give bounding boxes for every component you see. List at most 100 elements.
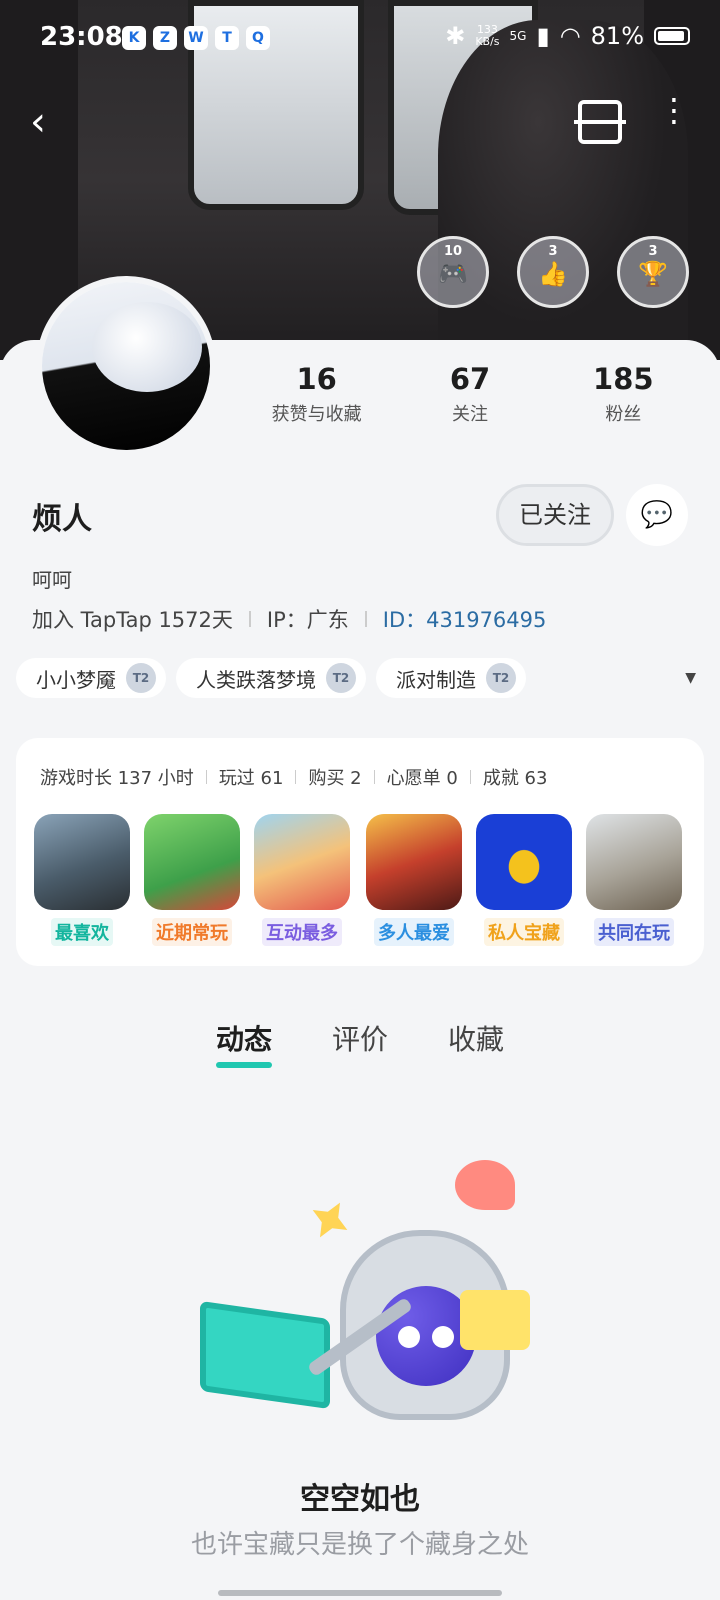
status-time: 23:08 <box>40 22 123 52</box>
tag-level-badge: T2 <box>126 663 156 693</box>
avatar-hair <box>92 302 202 392</box>
wifi-icon: ◠ <box>559 22 581 50</box>
game-item[interactable]: 多人最爱 <box>366 814 462 946</box>
network-type: 5G <box>509 29 527 43</box>
user-name: 烦人 <box>32 502 92 537</box>
app-icon: Z <box>153 26 177 50</box>
game-stat[interactable]: 成就 63 <box>483 764 548 790</box>
game-stat[interactable]: 玩过 61 <box>219 764 284 790</box>
game-label: 共同在玩 <box>594 918 674 946</box>
game-stat[interactable]: 游戏时长 137 小时 <box>40 764 194 790</box>
game-stats: 游戏时长 137 小时 玩过 61 购买 2 心愿单 0 成就 63 <box>40 764 547 790</box>
stat-followers[interactable]: 185 粉丝 <box>547 362 700 426</box>
divider <box>248 611 251 627</box>
game-tag-label: 小小梦魇 <box>36 667 116 692</box>
games-card: 游戏时长 137 小时 玩过 61 购买 2 心愿单 0 成就 63 最喜欢 近… <box>16 738 704 966</box>
follow-button[interactable]: 已关注 <box>496 484 614 546</box>
stat-value: 16 <box>296 362 337 396</box>
divider <box>295 770 297 784</box>
badge-count: 3 <box>648 244 658 259</box>
game-item[interactable]: 互动最多 <box>254 814 350 946</box>
divider <box>205 770 207 784</box>
game-icon <box>366 814 462 910</box>
game-icon <box>476 814 572 910</box>
game-item[interactable]: 近期常玩 <box>144 814 240 946</box>
app-icon: W <box>184 26 208 50</box>
badge-thumbs-up[interactable]: 3 👍 <box>517 236 589 308</box>
game-label: 近期常玩 <box>152 918 232 946</box>
more-icon[interactable]: ⋮ <box>658 94 690 144</box>
app-icon: T <box>215 26 239 50</box>
knight-eye <box>398 1326 420 1348</box>
content-tabs: 动态 评价 收藏 <box>0 1018 720 1068</box>
app-icon: K <box>122 26 146 50</box>
ip-location: IP：广东 <box>266 608 349 632</box>
badge-count: 10 <box>443 244 463 259</box>
game-icon <box>34 814 130 910</box>
scan-icon[interactable] <box>574 100 626 144</box>
home-indicator[interactable] <box>218 1590 502 1596</box>
tag-level-badge: T2 <box>326 663 356 693</box>
network-speed-unit: KB/s <box>475 35 500 48</box>
stat-value: 185 <box>593 362 654 396</box>
taptap-logo-piece <box>460 1290 530 1350</box>
stat-label: 关注 <box>451 404 488 425</box>
tab-activity[interactable]: 动态 <box>215 1018 272 1068</box>
game-label: 最喜欢 <box>51 918 113 946</box>
game-icon <box>586 814 682 910</box>
chat-bubble-icon: 💬 <box>640 500 674 530</box>
game-tag-label: 派对制造 <box>396 667 476 692</box>
divider <box>364 611 367 627</box>
game-icon <box>254 814 350 910</box>
stat-label: 粉丝 <box>605 404 642 425</box>
message-button[interactable]: 💬 <box>626 484 688 546</box>
game-item[interactable]: 最喜欢 <box>34 814 130 946</box>
empty-state-title: 空空如也 <box>300 1482 420 1517</box>
sparkle-icon <box>303 1193 358 1248</box>
game-stat[interactable]: 心愿单 0 <box>387 764 458 790</box>
game-label: 互动最多 <box>262 918 342 946</box>
gamepad-icon: 🎮 <box>438 260 468 288</box>
stat-following[interactable]: 67 关注 <box>393 362 546 426</box>
game-label: 私人宝藏 <box>484 918 564 946</box>
game-stat[interactable]: 购买 2 <box>308 764 361 790</box>
knight-eye <box>432 1326 454 1348</box>
stat-likes[interactable]: 16 获赞与收藏 <box>240 362 393 426</box>
knight-plume <box>455 1160 515 1210</box>
app-icon: Q <box>246 26 270 50</box>
user-meta: 加入 TapTap 1572天 IP：广东 ID：431976495 <box>32 604 546 634</box>
game-tag[interactable]: 小小梦魇 T2 <box>16 658 166 698</box>
status-bar: 23:08 K Z W T Q ✱ 133 KB/s 5G ▮ ◠ 81% <box>0 18 720 58</box>
game-tag[interactable]: 派对制造 T2 <box>376 658 526 698</box>
empty-state-illustration <box>190 1160 550 1420</box>
game-item[interactable]: 共同在玩 <box>586 814 682 946</box>
badge-count: 3 <box>548 244 558 259</box>
game-tag-label: 人类跌落梦境 <box>196 667 316 692</box>
treasure-chest-icon <box>200 1300 330 1410</box>
user-bio: 呵呵 <box>32 568 72 592</box>
signal-icon: ▮ <box>536 22 550 50</box>
game-item[interactable]: 私人宝藏 <box>476 814 572 946</box>
badge-trophy[interactable]: 3 🏆 <box>617 236 689 308</box>
stat-label: 获赞与收藏 <box>271 404 362 425</box>
tag-level-badge: T2 <box>486 663 516 693</box>
game-label: 多人最爱 <box>374 918 454 946</box>
trophy-icon: 🏆 <box>638 260 668 288</box>
game-tag[interactable]: 人类跌落梦境 T2 <box>176 658 366 698</box>
battery-percent: 81% <box>590 22 644 50</box>
back-icon[interactable]: ‹ <box>30 100 70 144</box>
profile-stats: 16 获赞与收藏 67 关注 185 粉丝 <box>240 362 700 426</box>
tab-collections[interactable]: 收藏 <box>448 1018 504 1066</box>
stat-value: 67 <box>449 362 491 396</box>
badge-gamepad[interactable]: 10 🎮 <box>417 236 489 308</box>
empty-state-subtitle: 也许宝藏只是换了个藏身之处 <box>190 1530 529 1560</box>
avatar[interactable] <box>36 276 216 456</box>
network-speed: 133 KB/s <box>475 24 499 48</box>
status-app-icons: K Z W T Q <box>122 26 270 50</box>
user-id[interactable]: ID：431976495 <box>383 604 547 634</box>
tab-reviews[interactable]: 评价 <box>332 1018 388 1066</box>
game-tags: 小小梦魇 T2 人类跌落梦境 T2 派对制造 T2 ▼ <box>16 658 706 698</box>
cover-person <box>438 20 688 360</box>
divider <box>469 770 471 784</box>
expand-tags-icon[interactable]: ▼ <box>685 670 696 686</box>
